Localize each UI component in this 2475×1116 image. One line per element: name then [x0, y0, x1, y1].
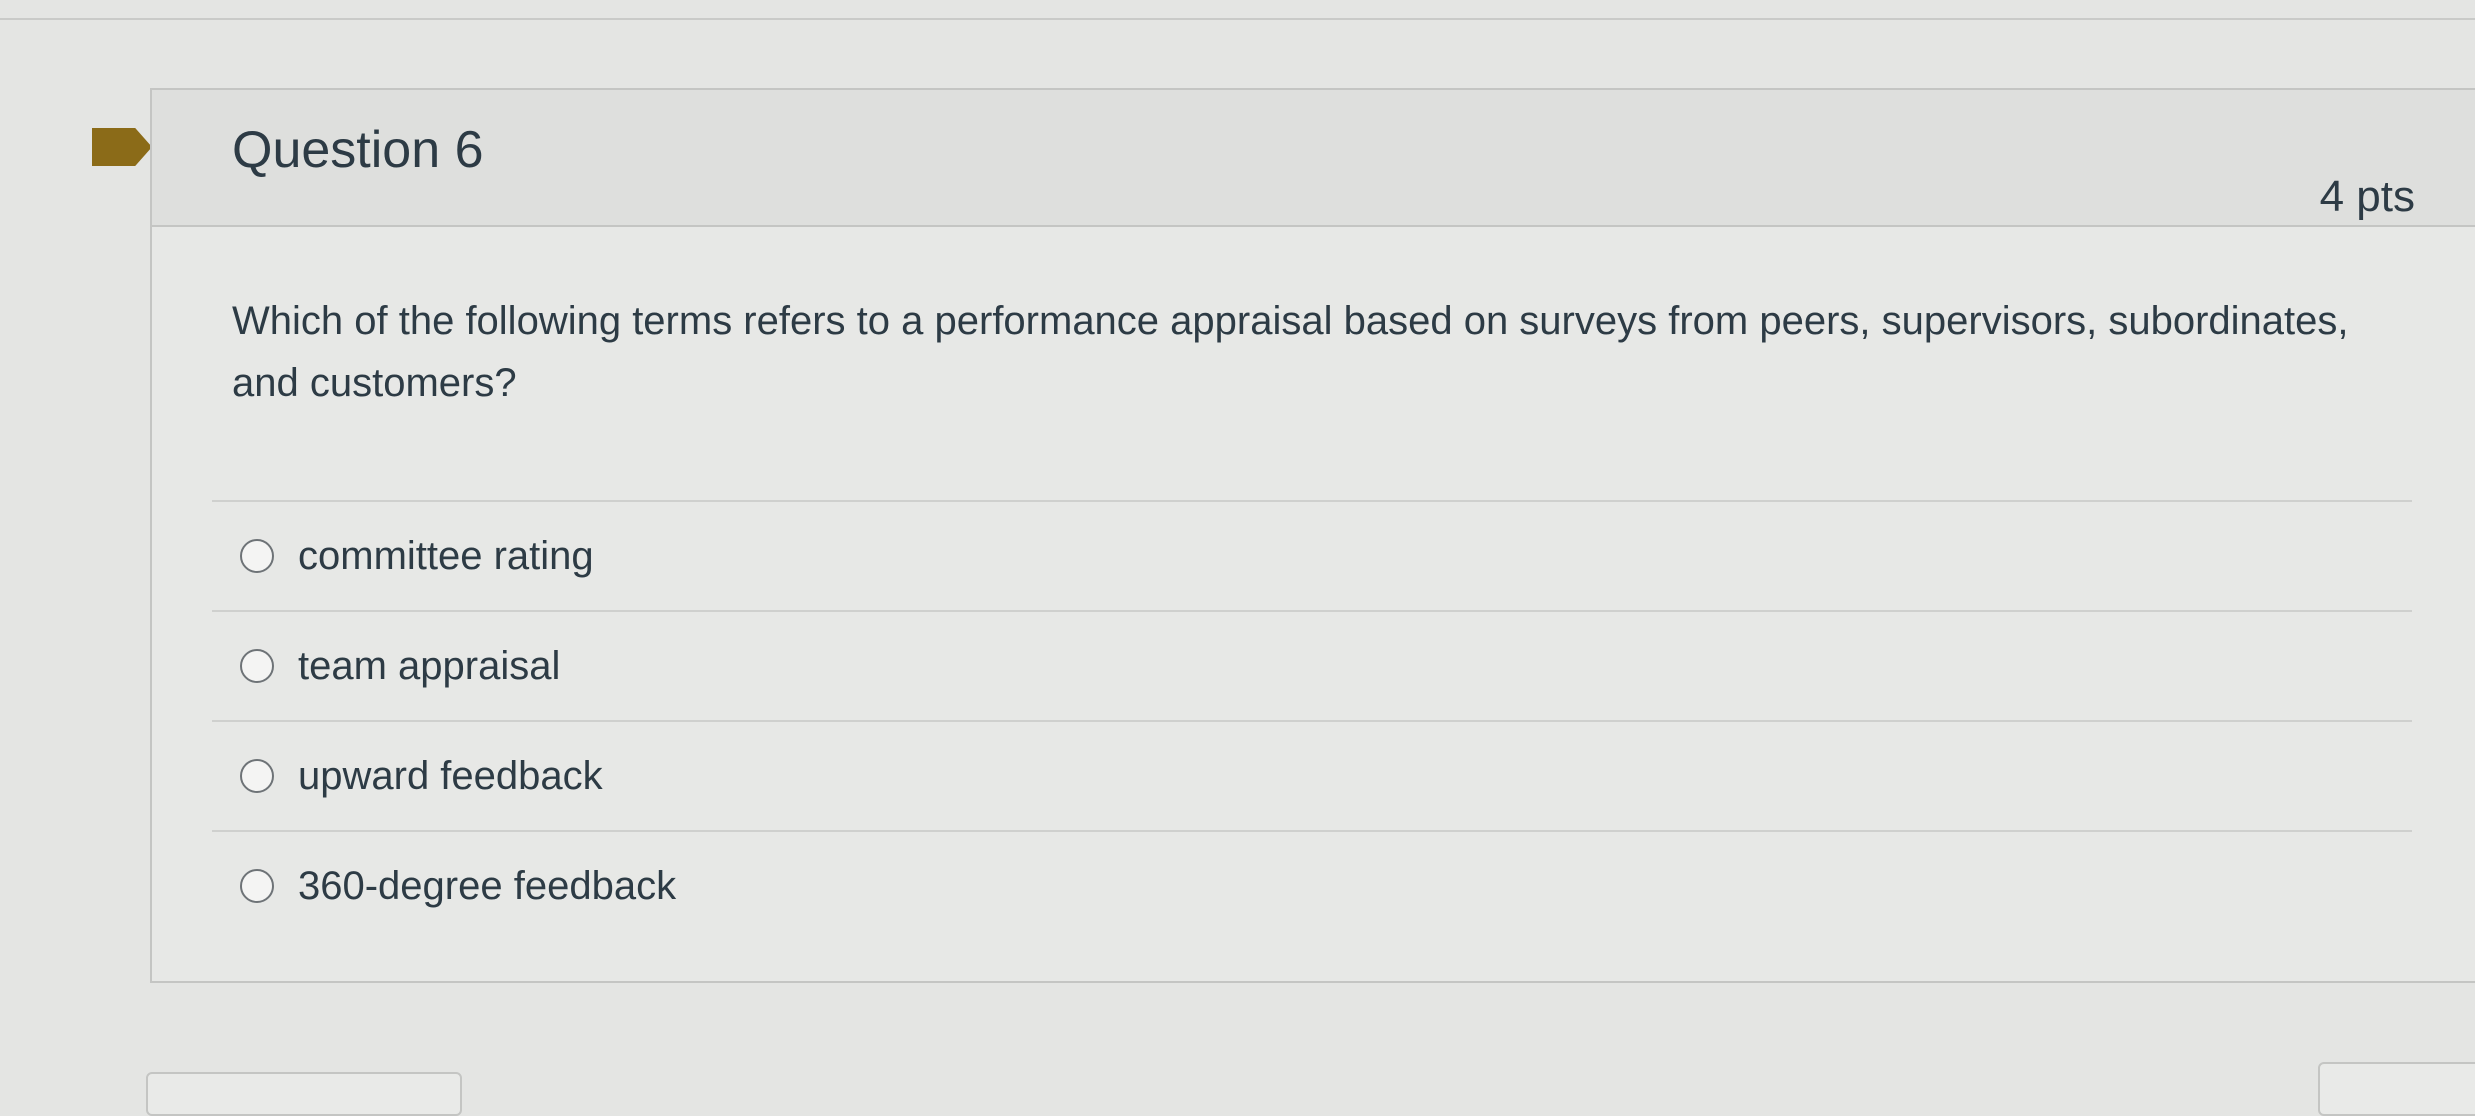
answer-option-upward-feedback[interactable]: upward feedback: [212, 720, 2412, 830]
answer-option-360-degree-feedback[interactable]: 360-degree feedback: [212, 830, 2412, 940]
radio-button[interactable]: [240, 649, 274, 683]
answer-label: upward feedback: [298, 753, 603, 798]
question-card: Question 6 4 pts Which of the following …: [150, 88, 2475, 983]
question-text: Which of the following terms refers to a…: [232, 299, 2349, 405]
previous-button[interactable]: [146, 1072, 462, 1116]
answer-label: 360-degree feedback: [298, 863, 677, 908]
radio-button[interactable]: [240, 539, 274, 573]
next-button[interactable]: [2318, 1062, 2475, 1116]
top-divider: [0, 18, 2475, 20]
question-header: Question 6 4 pts: [152, 90, 2475, 227]
answer-label: team appraisal: [298, 643, 561, 688]
question-title: Question 6: [232, 121, 484, 179]
radio-button[interactable]: [240, 869, 274, 903]
answer-label: committee rating: [298, 533, 594, 578]
flag-question-icon[interactable]: [92, 128, 152, 166]
question-points: 4 pts: [2319, 172, 2415, 221]
answer-list: committee rating team appraisal upward f…: [212, 500, 2412, 940]
answer-option-team-appraisal[interactable]: team appraisal: [212, 610, 2412, 720]
radio-button[interactable]: [240, 759, 274, 793]
answer-option-committee-rating[interactable]: committee rating: [212, 500, 2412, 610]
